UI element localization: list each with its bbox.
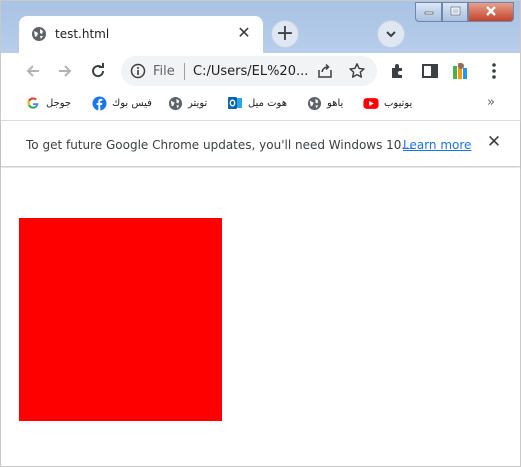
infobar-close-icon[interactable]: ✕ (486, 134, 502, 151)
maximize-button[interactable] (442, 2, 468, 22)
chevron-down-icon (385, 25, 397, 44)
update-infobar: To get future Google Chrome updates, you… (1, 120, 520, 167)
maximize-icon (450, 6, 461, 19)
bookmarks-bar: جوجل فيس بوك تويتر هوت ميل ياهو يوتيوب » (1, 89, 520, 119)
browser-window: test.html ✕ + File C:/Users/EL%20... جوج… (0, 0, 521, 467)
window-controls (415, 2, 514, 24)
bookmark-label: جوجل (46, 97, 72, 109)
bookmark-youtube[interactable]: يوتيوب (363, 95, 412, 111)
bookmark-star-icon[interactable] (348, 62, 366, 80)
infobar-message: To get future Google Chrome updates, you… (26, 138, 413, 152)
google-icon (25, 95, 41, 111)
url-scheme-label: File (153, 64, 175, 79)
back-arrow-icon[interactable] (23, 61, 43, 81)
info-icon[interactable] (130, 63, 146, 79)
bookmark-label: تويتر (188, 97, 208, 109)
youtube-icon (363, 95, 379, 111)
red-square (19, 218, 222, 421)
new-tab-button[interactable]: + (271, 20, 299, 48)
outlook-icon (227, 95, 243, 111)
extensions-icon[interactable] (388, 61, 408, 81)
forward-arrow-icon[interactable] (55, 61, 75, 81)
minimize-button[interactable] (415, 2, 442, 22)
reload-icon[interactable] (88, 61, 108, 81)
globe-icon (306, 95, 322, 111)
bookmark-label: فيس بوك (112, 97, 152, 109)
bookmark-hotmail[interactable]: هوت ميل (227, 95, 287, 111)
bookmark-google[interactable]: جوجل (25, 95, 71, 111)
tab-strip: test.html ✕ + (1, 1, 520, 53)
address-bar[interactable]: File C:/Users/EL%20... (121, 56, 377, 86)
bookmark-facebook[interactable]: فيس بوك (91, 95, 152, 111)
bookmarks-overflow-icon[interactable]: » (487, 95, 495, 110)
learn-more-link[interactable]: Learn more (403, 138, 471, 152)
bookmark-yahoo[interactable]: ياهو (306, 95, 343, 111)
bookmark-twitter[interactable]: تويتر (167, 95, 207, 111)
side-panel-icon[interactable] (420, 61, 440, 81)
menu-kebab-icon[interactable] (484, 61, 504, 81)
profile-avatar-icon[interactable] (451, 61, 471, 81)
bookmark-label: هوت ميل (248, 97, 287, 109)
minimize-icon (424, 6, 434, 19)
url-separator (184, 63, 185, 80)
close-icon (485, 5, 497, 19)
tab-close-icon[interactable]: ✕ (235, 24, 253, 42)
tab-test-html[interactable]: test.html ✕ (19, 16, 263, 53)
facebook-icon (91, 95, 107, 111)
close-window-button[interactable] (468, 2, 514, 22)
toolbar: File C:/Users/EL%20... (1, 53, 520, 89)
globe-icon (167, 95, 183, 111)
bookmark-label: يوتيوب (384, 97, 413, 109)
bookmark-label: ياهو (327, 97, 344, 109)
page-content (1, 168, 520, 466)
tab-search-button[interactable] (377, 20, 405, 48)
tab-title: test.html (55, 27, 110, 41)
url-text[interactable]: C:/Users/EL%20... (193, 64, 308, 79)
globe-icon (31, 26, 47, 42)
share-icon[interactable] (317, 63, 333, 79)
